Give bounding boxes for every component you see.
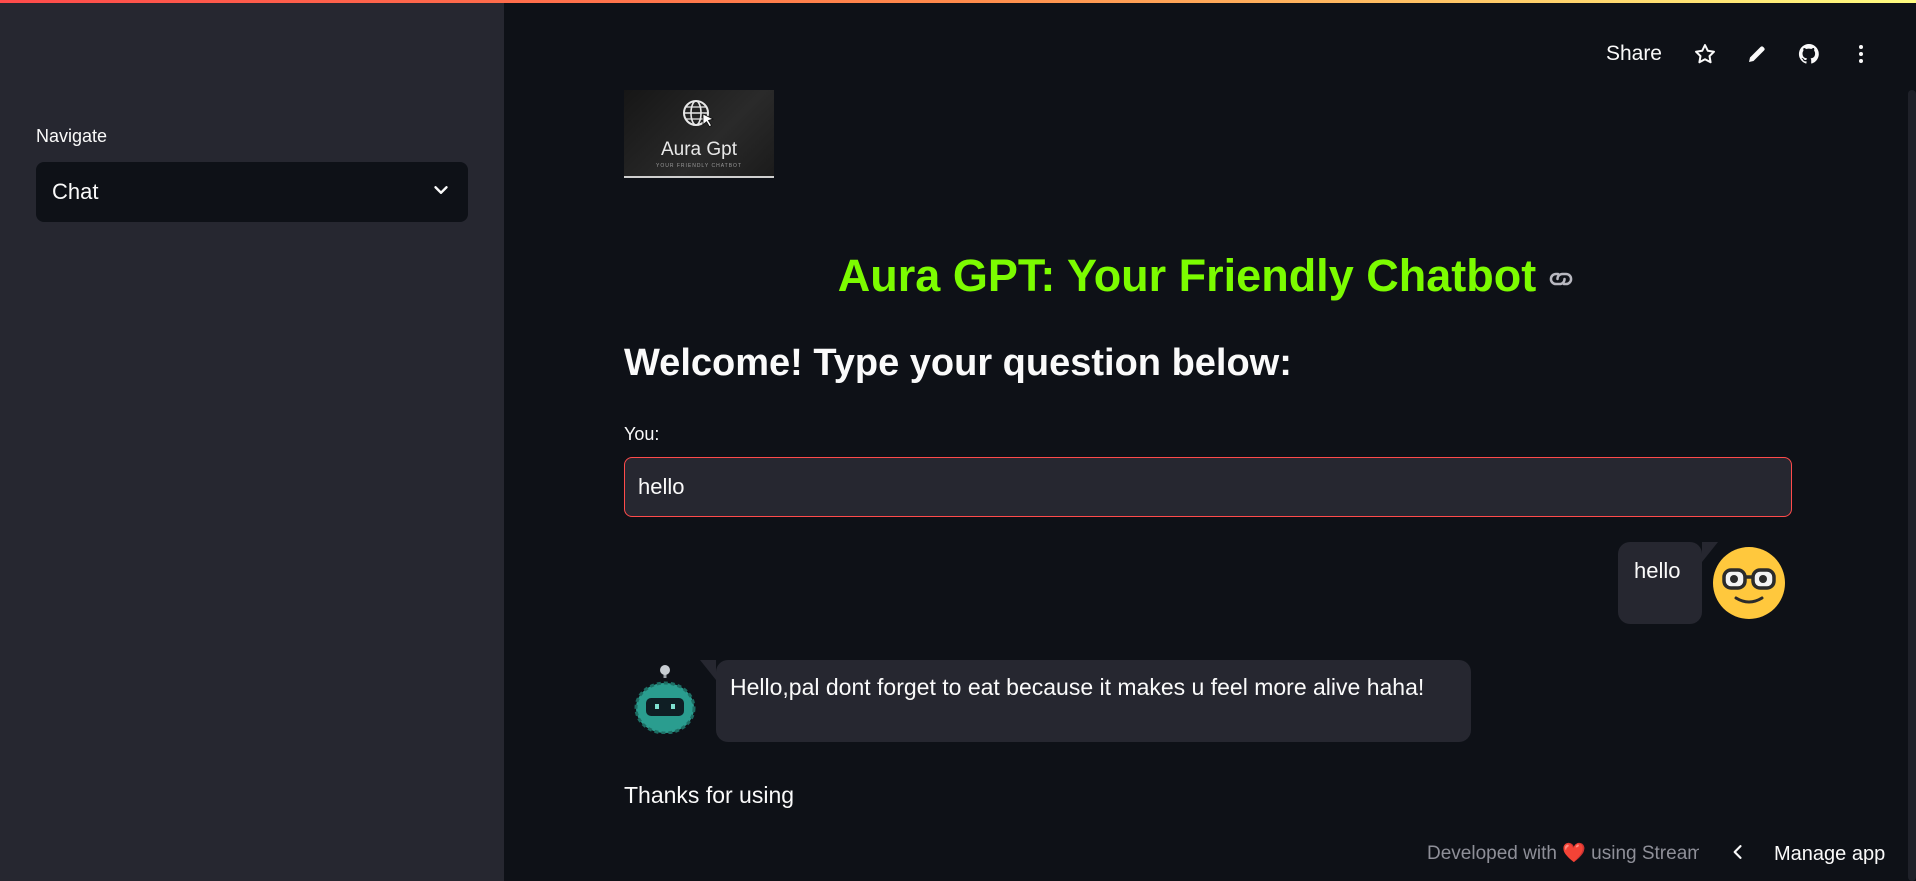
heart-icon: ❤️ — [1562, 843, 1586, 864]
github-icon[interactable] — [1794, 39, 1824, 69]
page-title-text: Aura GPT: Your Friendly Chatbot — [837, 250, 1537, 301]
navigate-label: Navigate — [36, 126, 108, 146]
logo-subtext: YOUR FRIENDLY CHATBOT — [655, 162, 742, 169]
main-scrollbar[interactable] — [1908, 90, 1916, 881]
page-title: Aura GPT: Your Friendly Chatbot — [624, 250, 1790, 305]
chevron-down-icon — [430, 179, 452, 206]
developed-prefix: Developed with — [1427, 843, 1557, 864]
chevron-left-icon — [1728, 842, 1748, 867]
sidebar: Navigate Chat — [0, 0, 504, 881]
manage-app-label: Manage app — [1774, 842, 1886, 865]
user-message-bubble: hello — [1618, 542, 1718, 624]
bot-message-text: Hello,pal dont forget to eat because it … — [730, 674, 1425, 700]
developed-suffix: using Streamlit — [1591, 843, 1699, 864]
more-vertical-icon[interactable] — [1846, 39, 1876, 69]
app-toolbar: Share — [1606, 36, 1876, 72]
navigate-select[interactable]: Chat — [36, 162, 468, 222]
pencil-icon[interactable] — [1742, 39, 1772, 69]
share-button[interactable]: Share — [1606, 42, 1662, 66]
logo-text: Aura Gpt — [660, 138, 738, 160]
you-input-label: You: — [624, 424, 660, 444]
manage-app-button[interactable]: Manage app — [1728, 836, 1885, 872]
top-decoration-bar — [0, 0, 1916, 3]
navigate-select-value: Chat — [52, 179, 99, 204]
user-message-text: hello — [1634, 558, 1681, 583]
robot-avatar-icon — [632, 664, 698, 735]
chat-text-input[interactable] — [624, 457, 1792, 517]
nerd-face-avatar-icon — [1712, 546, 1786, 620]
thanks-text: Thanks for using — [624, 782, 795, 808]
bot-message-bubble: Hello,pal dont forget to eat because it … — [700, 660, 1471, 742]
link-icon[interactable] — [1546, 253, 1576, 305]
welcome-heading: Welcome! Type your question below: — [624, 342, 1292, 384]
globe-cursor-icon — [679, 98, 719, 137]
developed-with-footer: Developed with ❤️ using Streamlit — [1427, 841, 1699, 869]
star-icon[interactable] — [1690, 39, 1720, 69]
aura-gpt-logo: Aura Gpt YOUR FRIENDLY CHATBOT — [624, 90, 774, 178]
